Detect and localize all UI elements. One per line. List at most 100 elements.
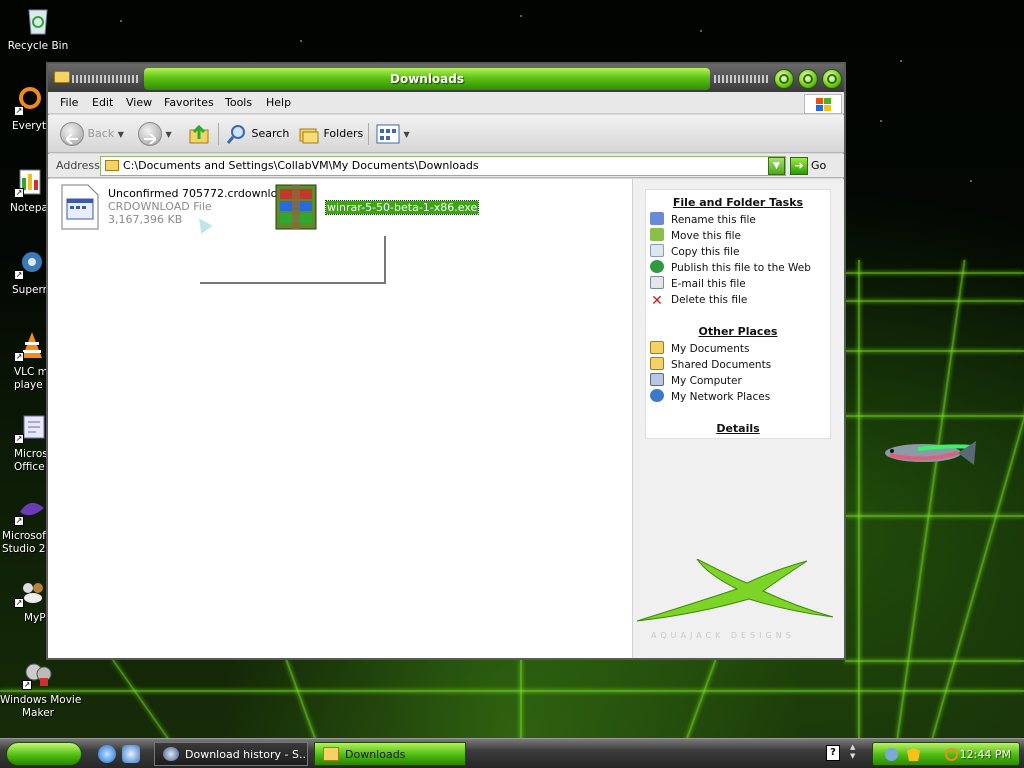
title-bar[interactable]: Downloads	[48, 64, 844, 92]
folders-button[interactable]: Folders	[298, 122, 363, 146]
network-tray-icon[interactable]	[885, 748, 898, 761]
task-publish[interactable]: Publish this file to the Web	[650, 260, 811, 276]
go-button[interactable]: ➜ Go	[790, 157, 826, 175]
chevron-down-icon: ▼	[117, 130, 124, 139]
place-label: My Network Places	[671, 391, 771, 403]
file-item-crdownload[interactable]: Unconfirmed 705772.crdownload CRDOWNLOAD…	[60, 183, 291, 235]
folder-icon	[54, 71, 70, 83]
grid-line	[845, 350, 1024, 352]
menu-edit[interactable]: Edit	[92, 96, 113, 109]
title-grille	[72, 75, 140, 83]
star	[700, 30, 702, 32]
menu-tools[interactable]: Tools	[225, 96, 252, 109]
grid-line	[845, 300, 1024, 302]
search-label: Search	[251, 127, 290, 140]
task-label: Copy this file	[671, 246, 740, 258]
views-button[interactable]: ▼	[376, 122, 410, 146]
maximize-button[interactable]	[798, 69, 818, 89]
details-title[interactable]: Details	[646, 422, 830, 435]
task-label: Publish this file to the Web	[671, 262, 811, 274]
grid-line	[285, 660, 317, 738]
show-desktop-icon[interactable]	[122, 745, 140, 763]
desktop-icon-movie-maker[interactable]: ↗ Windows Movie Maker	[0, 658, 81, 720]
go-arrow-icon: ➜	[790, 157, 808, 175]
grid-line	[111, 660, 171, 738]
chevron-down-icon: ▼	[403, 130, 410, 139]
menu-file[interactable]: File	[60, 96, 78, 109]
shortcut-arrow-icon: ↗	[14, 516, 24, 526]
visual-studio-icon: ↗	[14, 494, 46, 526]
up-folder-icon	[189, 124, 209, 144]
security-shield-icon[interactable]	[907, 748, 920, 761]
move-icon	[650, 228, 664, 241]
tray-expand-icon[interactable]: ▲ ▼	[850, 743, 855, 761]
browser-icon	[163, 747, 179, 761]
windows-flag-icon	[804, 94, 842, 114]
search-button[interactable]: Search	[226, 122, 289, 146]
taskbar: Download history - S... Downloads ? ▲ ▼ 1…	[0, 738, 1024, 768]
vlc-cone-icon: ↗	[14, 330, 46, 362]
menu-view[interactable]: View	[126, 96, 152, 109]
desktop-icon-recycle-bin[interactable]: Recycle Bin	[0, 4, 76, 53]
folder-icon	[323, 747, 339, 761]
forward-arrow-icon	[138, 122, 162, 146]
shortcut-arrow-icon: ↗	[14, 352, 24, 362]
menu-favorites[interactable]: Favorites	[164, 96, 214, 109]
place-my-network[interactable]: My Network Places	[650, 389, 770, 405]
toolbar-separator	[368, 123, 369, 145]
winrar-installer-icon	[275, 184, 317, 230]
shortcut-arrow-icon: ↗	[14, 270, 24, 280]
address-path: C:\Documents and Settings\CollabVM\My Do…	[123, 159, 479, 172]
everything-search-icon: ↗	[14, 84, 46, 116]
other-places-title[interactable]: Other Places	[646, 325, 830, 338]
taskbar-button-download-history[interactable]: Download history - S...	[154, 742, 308, 766]
everything-search-tray-icon[interactable]	[945, 748, 958, 761]
clock[interactable]: 12:44 PM	[960, 748, 1011, 761]
task-rename[interactable]: Rename this file	[650, 212, 756, 228]
place-label: My Documents	[671, 343, 750, 355]
shortcut-arrow-icon: ↗	[14, 598, 24, 608]
task-copy[interactable]: Copy this file	[650, 244, 739, 260]
taskbar-button-label: Downloads	[345, 748, 406, 761]
task-label: Delete this file	[671, 294, 748, 306]
file-item-winrar[interactable]: winrar-5-50-beta-1-x86.exe	[274, 183, 480, 235]
shortcut-arrow-icon: ↗	[14, 106, 24, 116]
start-button[interactable]	[6, 742, 82, 766]
taskbar-button-downloads[interactable]: Downloads	[314, 742, 466, 766]
star	[970, 180, 972, 182]
minimize-button[interactable]	[774, 69, 794, 89]
file-list-pane[interactable]: Unconfirmed 705772.crdownload CRDOWNLOAD…	[48, 179, 632, 658]
forward-button[interactable]: ▼	[138, 122, 172, 146]
task-delete[interactable]: ✕ Delete this file	[650, 292, 747, 308]
menu-help[interactable]: Help	[266, 96, 291, 109]
place-my-documents[interactable]: My Documents	[650, 341, 749, 357]
file-type: CRDOWNLOAD File	[108, 200, 212, 213]
grid-line	[685, 660, 717, 738]
internet-explorer-icon[interactable]	[98, 745, 116, 763]
search-icon	[226, 125, 245, 144]
explorer-window: Downloads File Edit View Favorites Tools…	[46, 62, 846, 660]
shortcut-arrow-icon: ↗	[14, 188, 24, 198]
title-grille	[714, 75, 768, 83]
folder-icon	[105, 160, 119, 171]
publish-web-icon	[650, 260, 664, 273]
back-button[interactable]: Back ▼	[60, 122, 124, 146]
grid-line	[845, 272, 1024, 274]
window-title: Downloads	[144, 68, 710, 90]
help-icon[interactable]: ?	[826, 745, 840, 761]
close-button[interactable]	[822, 69, 842, 89]
task-move[interactable]: Move this file	[650, 228, 741, 244]
grid-line	[520, 660, 522, 738]
copy-icon	[650, 244, 664, 257]
star	[120, 20, 122, 22]
address-dropdown-button[interactable]: ▼	[768, 157, 785, 175]
logo-text: AQUAJACK DESIGNS	[651, 631, 795, 640]
address-field[interactable]: C:\Documents and Settings\CollabVM\My Do…	[100, 156, 786, 176]
up-folder-button[interactable]	[188, 122, 210, 146]
place-shared-documents[interactable]: Shared Documents	[650, 357, 771, 373]
place-my-computer[interactable]: My Computer	[650, 373, 742, 389]
task-email[interactable]: E-mail this file	[650, 276, 746, 292]
file-tasks-title[interactable]: File and Folder Tasks	[646, 196, 830, 209]
supermium-browser-icon: ↗	[14, 248, 46, 280]
folder-icon	[650, 341, 664, 354]
